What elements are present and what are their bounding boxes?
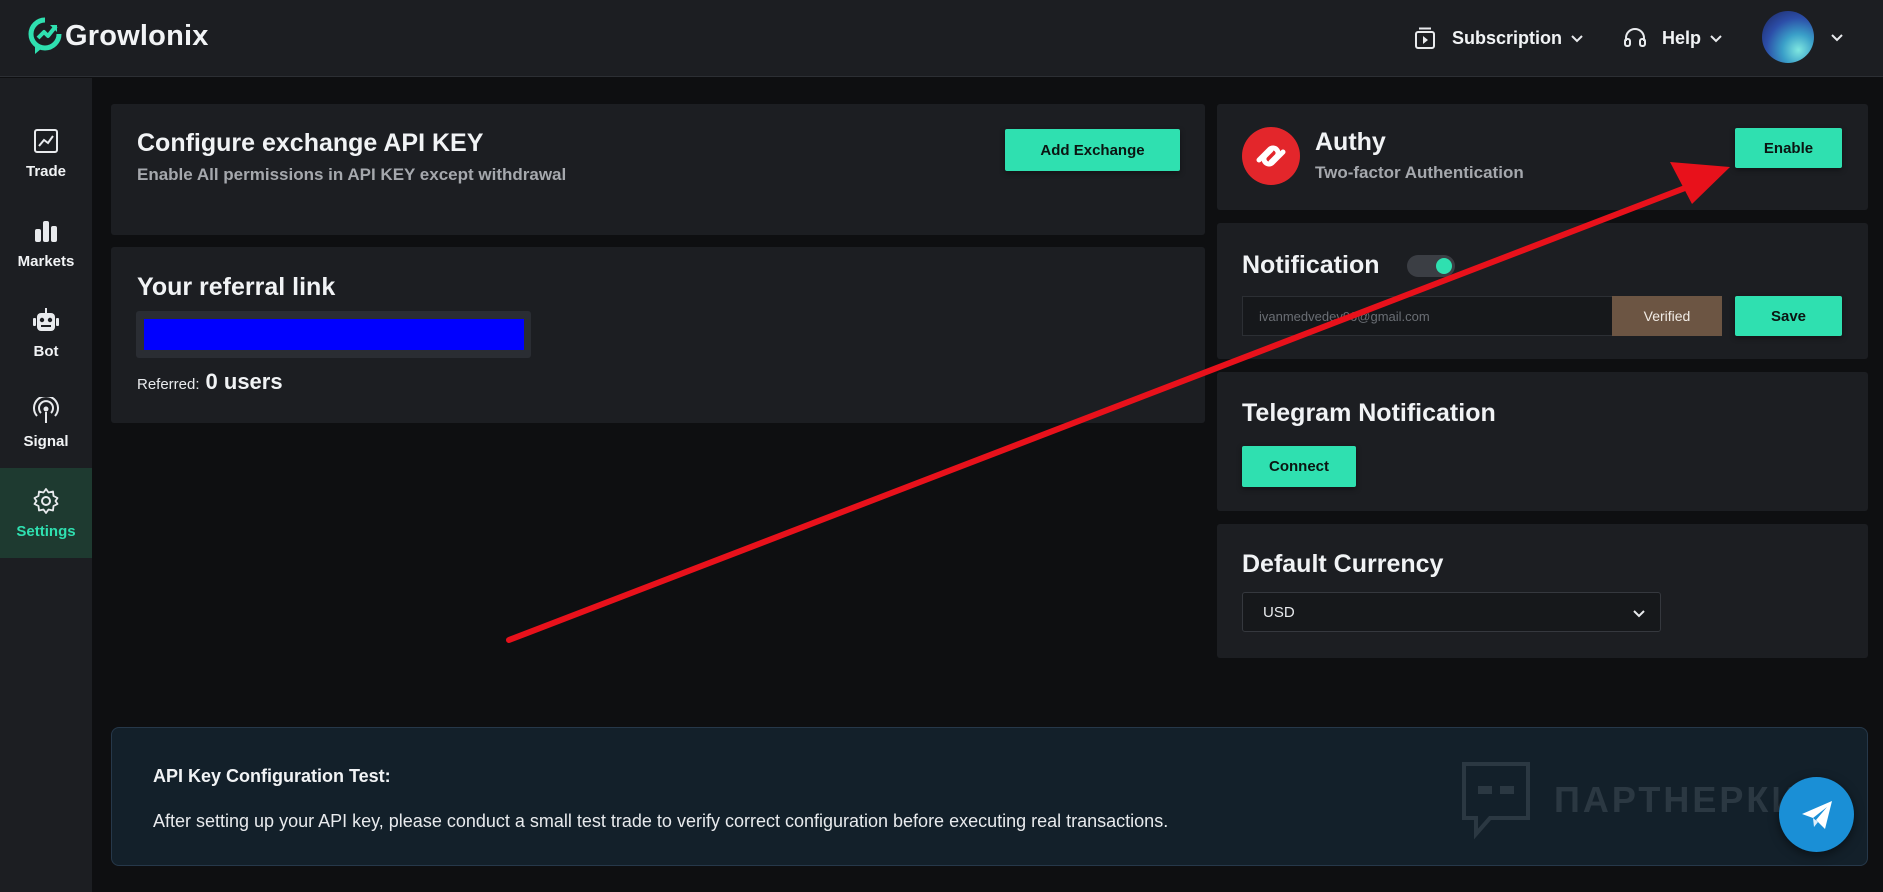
referred-count: 0 users [205, 369, 283, 394]
growlonix-logo-icon [28, 17, 62, 54]
authy-logo-icon [1242, 127, 1300, 185]
referred-stats: Referred: 0 users [137, 369, 283, 395]
watermark: ПАРТНЕРКИН [1460, 760, 1829, 840]
robot-icon [33, 307, 59, 331]
help-label: Help [1662, 27, 1702, 48]
chevron-down-icon [1831, 34, 1843, 42]
sidebar-item-settings[interactable]: Settings [0, 468, 92, 558]
notification-title: Notification [1242, 251, 1380, 279]
authy-subtitle: Two-factor Authentication [1315, 163, 1524, 182]
referral-link-redacted [144, 319, 524, 350]
sidebar: Trade Markets Bot Signal Settings [0, 78, 92, 892]
gear-icon [33, 487, 59, 514]
authy-title: Authy [1315, 128, 1386, 156]
referral-link-field[interactable] [136, 311, 531, 358]
sidebar-item-label: Bot [33, 342, 59, 360]
sidebar-item-trade[interactable]: Trade [0, 108, 92, 198]
api-key-subtitle: Enable All permissions in API KEY except… [137, 165, 567, 184]
save-button[interactable]: Save [1735, 296, 1842, 336]
broadcast-icon [33, 396, 59, 423]
sidebar-item-markets[interactable]: Markets [0, 198, 92, 288]
user-menu[interactable] [1762, 11, 1844, 63]
subscription-menu[interactable]: Subscription [1412, 22, 1584, 54]
chevron-down-icon [1633, 610, 1645, 618]
sidebar-item-signal[interactable]: Signal [0, 378, 92, 468]
chart-line-icon [34, 128, 58, 153]
avatar[interactable] [1762, 11, 1814, 63]
api-key-card: Configure exchange API KEY Enable All pe… [111, 104, 1205, 235]
email-field[interactable] [1242, 296, 1612, 336]
sidebar-item-label: Trade [25, 162, 67, 180]
telegram-chat-button[interactable] [1779, 777, 1854, 852]
notification-card: Notification Verified Save [1217, 223, 1868, 359]
notice-title: API Key Configuration Test: [153, 766, 391, 786]
sidebar-item-label: Settings [16, 522, 76, 540]
brand-logo[interactable]: Growlonix [28, 16, 209, 56]
add-exchange-button[interactable]: Add Exchange [1005, 129, 1180, 171]
notification-toggle[interactable] [1407, 255, 1455, 277]
currency-title: Default Currency [1242, 550, 1444, 578]
bar-chart-icon [35, 220, 57, 242]
currency-select[interactable]: USD [1242, 592, 1661, 632]
telegram-title: Telegram Notification [1242, 399, 1496, 427]
enable-2fa-button[interactable]: Enable [1735, 128, 1842, 168]
referral-card: Your referral link Referred: 0 users [111, 247, 1205, 423]
sidebar-item-label: Markets [17, 252, 75, 270]
chevron-down-icon [1571, 35, 1583, 43]
brand-name: Growlonix [65, 19, 209, 52]
currency-card: Default Currency USD [1217, 524, 1868, 658]
verified-badge: Verified [1612, 296, 1722, 336]
sidebar-item-bot[interactable]: Bot [0, 288, 92, 378]
currency-selected-value: USD [1263, 603, 1295, 621]
subscription-icon [1415, 27, 1435, 49]
top-navbar: Growlonix Subscription Help [0, 0, 1883, 77]
sidebar-item-label: Signal [23, 432, 69, 450]
connect-telegram-button[interactable]: Connect [1242, 446, 1356, 487]
paper-plane-icon [1801, 800, 1832, 829]
toggle-knob [1436, 258, 1452, 274]
subscription-label: Subscription [1452, 27, 1563, 48]
api-key-title: Configure exchange API KEY [137, 129, 484, 157]
referral-title: Your referral link [137, 273, 336, 301]
chevron-down-icon [1710, 35, 1722, 43]
authy-card: Authy Two-factor Authentication Enable [1217, 104, 1868, 210]
headset-icon [1624, 28, 1646, 47]
notice-text: After setting up your API key, please co… [153, 811, 1169, 831]
referred-label: Referred: [137, 376, 200, 393]
telegram-card: Telegram Notification Connect [1217, 372, 1868, 511]
help-menu[interactable]: Help [1622, 22, 1723, 54]
chat-bubble-icon [1462, 762, 1530, 840]
